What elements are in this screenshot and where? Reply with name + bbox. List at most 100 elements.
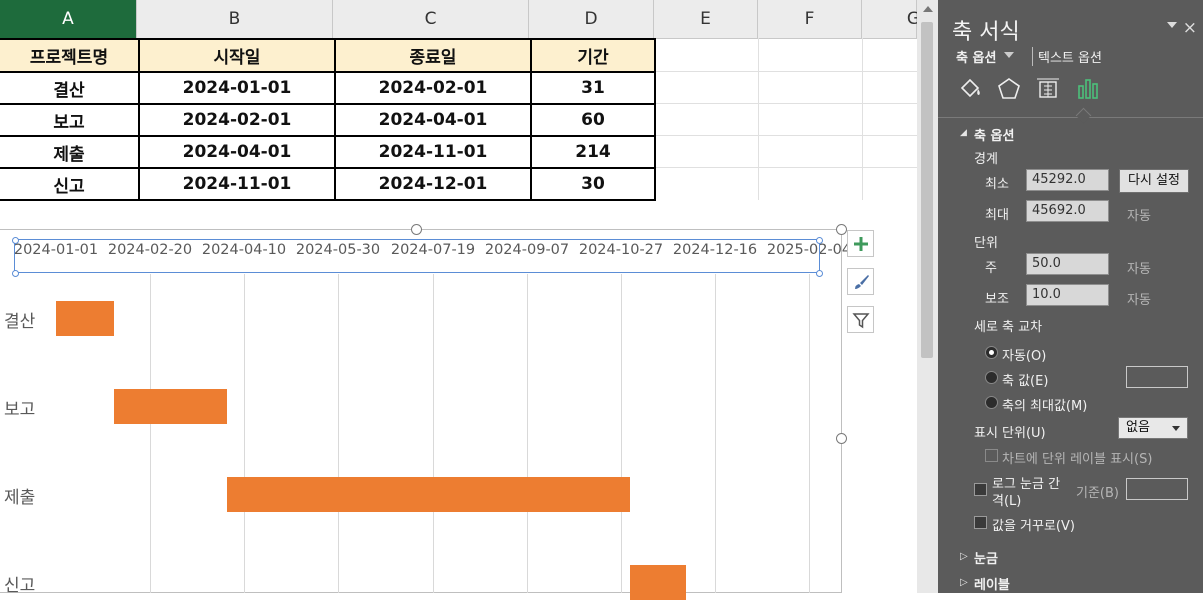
header-cell-project[interactable]: 프로젝트명 [0,38,140,73]
cell-duration[interactable]: 31 [530,71,656,105]
chart-gridline [527,274,528,593]
close-icon[interactable]: × [1183,18,1197,38]
plus-icon [853,236,868,251]
cell-start-date[interactable]: 2024-04-01 [138,135,336,169]
column-header-f[interactable]: F [758,0,862,38]
axis-selection-handle[interactable] [12,237,19,244]
show-units-checkbox[interactable] [985,449,998,462]
chart-filters-button[interactable] [847,306,874,333]
cell-end-date[interactable]: 2024-02-01 [334,71,532,105]
cell-start-date[interactable]: 2024-02-01 [138,103,336,137]
cell-project-name[interactable]: 신고 [0,167,140,201]
chevron-down-icon[interactable] [1004,52,1014,58]
category-label: 신고 [4,576,36,596]
reset-button[interactable]: 다시 설정 [1119,169,1189,193]
cell-project-name[interactable]: 결산 [0,71,140,105]
log-base-input[interactable] [1126,478,1188,500]
chart-resize-handle-right[interactable] [836,433,847,444]
chart-styles-button[interactable] [847,268,874,295]
reverse-values-label[interactable]: 값을 거꾸로(V) [992,515,1075,534]
log-scale-label-2[interactable]: 격(L) [992,490,1021,509]
grid-line [653,167,917,168]
grid-line [653,103,917,104]
expand-arrow-icon[interactable]: ▷ [960,551,968,562]
axis-options-icon[interactable] [1075,76,1101,102]
chart-gridline [621,274,622,593]
minor-unit-label: 보조 [985,292,1009,307]
cell-project-name[interactable]: 보고 [0,103,140,137]
header-cell-duration[interactable]: 기간 [530,38,656,73]
cell-project-name[interactable]: 제출 [0,135,140,169]
radio-crosses-auto[interactable] [985,346,998,359]
show-units-label: 차트에 단위 레이블 표시(S) [1002,452,1153,467]
vertical-axis-crosses-label: 세로 축 교차 [974,320,1043,335]
pane-options-dropdown-icon[interactable] [1167,22,1177,28]
collapse-arrow-icon[interactable]: ◢ [960,128,967,138]
axis-selection-handle[interactable] [816,237,823,244]
minimum-label: 최소 [985,177,1009,192]
section-labels[interactable]: 레이블 [974,574,1010,593]
minor-unit-input[interactable]: 10.0 [1026,284,1109,306]
expand-arrow-icon[interactable]: ▷ [960,577,968,588]
display-units-label: 표시 단위(U) [974,426,1046,441]
chart-elements-button[interactable] [847,230,874,257]
fill-line-icon[interactable] [958,76,984,102]
column-header-e[interactable]: E [654,0,758,38]
column-header-d[interactable]: D [529,0,654,38]
bounds-label: 경계 [974,152,998,167]
effects-icon[interactable] [996,76,1022,102]
cell-duration[interactable]: 30 [530,167,656,201]
gantt-bar[interactable] [227,477,630,512]
size-properties-icon[interactable] [1035,76,1061,102]
radio-crosses-max[interactable] [985,396,998,409]
cell-duration[interactable]: 214 [530,135,656,169]
gantt-bar[interactable] [56,301,114,336]
active-tab-caret [1075,107,1092,124]
maximum-input[interactable]: 45692.0 [1026,200,1109,222]
header-cell-end[interactable]: 종료일 [334,38,532,73]
pane-title: 축 서식 [952,20,1020,45]
major-unit-input[interactable]: 50.0 [1026,253,1109,275]
radio-crosses-value[interactable] [985,371,998,384]
chart-gridline [150,274,151,593]
radio-crosses-auto-label[interactable]: 자동(O) [1002,345,1046,364]
scroll-up-arrow-icon[interactable] [923,6,933,12]
cell-duration[interactable]: 60 [530,103,656,137]
minimum-input[interactable]: 45292.0 [1026,169,1109,191]
column-header-b[interactable]: B [137,0,333,38]
cell-end-date[interactable]: 2024-12-01 [334,167,532,201]
display-units-select[interactable]: 없음 [1118,417,1188,439]
column-header-c[interactable]: C [333,0,529,38]
axis-selection-handle[interactable] [12,270,19,277]
log-scale-checkbox[interactable] [974,483,987,496]
gantt-bar[interactable] [114,389,227,424]
cell-end-date[interactable]: 2024-04-01 [334,103,532,137]
maximum-auto-label: 자동 [1127,209,1151,224]
crosses-value-input[interactable] [1126,366,1188,388]
category-label: 보고 [4,400,36,420]
minor-auto-label: 자동 [1127,293,1151,308]
section-axis-options[interactable]: 축 옵션 [974,125,1014,144]
radio-crosses-value-label[interactable]: 축 값(E) [1002,370,1048,389]
chart-resize-handle-top-right[interactable] [836,224,847,235]
axis-selection-handle[interactable] [816,270,823,277]
divider [938,117,1203,118]
units-label: 단위 [974,236,998,251]
chart-resize-handle-top[interactable] [411,224,422,235]
grid-line [653,71,917,72]
column-header-g[interactable]: G [862,0,920,38]
cell-end-date[interactable]: 2024-11-01 [334,135,532,169]
tab-text-options[interactable]: 텍스트 옵션 [1032,47,1102,66]
section-tick-marks[interactable]: 눈금 [974,548,998,567]
scrollbar-thumb[interactable] [921,22,933,358]
gantt-bar[interactable] [630,565,686,600]
header-cell-start[interactable]: 시작일 [138,38,336,73]
horizontal-axis-selection[interactable] [14,239,820,273]
radio-crosses-max-label[interactable]: 축의 최대값(M) [1002,395,1087,414]
column-header-a[interactable]: A [0,0,137,38]
maximum-label: 최대 [985,208,1009,223]
reverse-values-checkbox[interactable] [974,516,987,529]
cell-start-date[interactable]: 2024-01-01 [138,71,336,105]
tab-axis-options[interactable]: 축 옵션 [956,47,996,66]
cell-start-date[interactable]: 2024-11-01 [138,167,336,201]
